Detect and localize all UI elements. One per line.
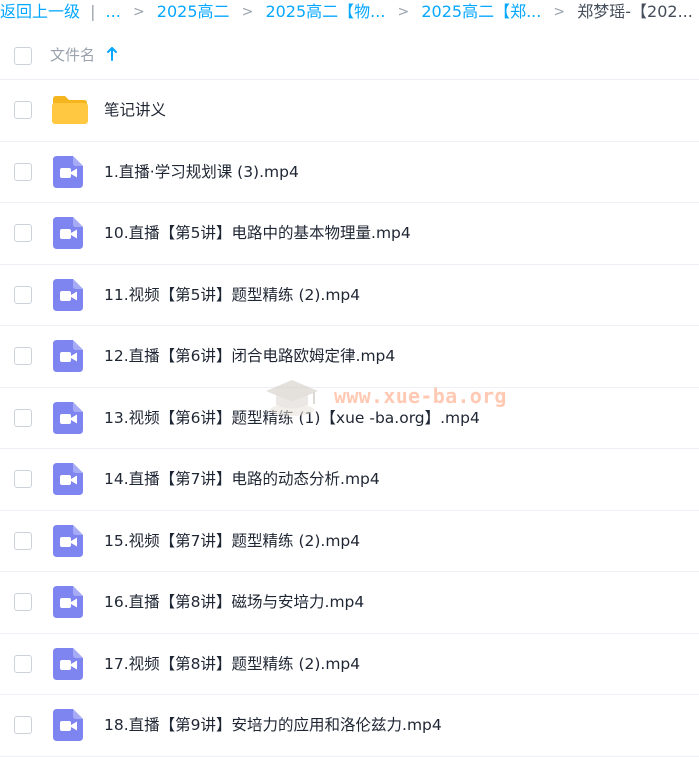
breadcrumb-ellipsis[interactable]: ...	[106, 0, 121, 24]
select-all-checkbox[interactable]	[14, 47, 32, 65]
breadcrumb-item[interactable]: 2025高二	[157, 0, 230, 24]
file-row[interactable]: 15.视频【第7讲】题型精练 (2).mp4	[0, 511, 699, 572]
back-link[interactable]: 返回上一级	[0, 0, 80, 24]
file-list: 笔记讲义 1.直播·学习规划课 (3).mp4 10.直播【第5讲】电路中的基本物理…	[0, 80, 699, 757]
file-name[interactable]: 15.视频【第7讲】题型精练 (2).mp4	[104, 530, 360, 552]
chevron-right-icon: >	[241, 4, 254, 20]
file-name[interactable]: 11.视频【第5讲】题型精练 (2).mp4	[104, 284, 360, 306]
file-row[interactable]: 1.直播·学习规划课 (3).mp4	[0, 142, 699, 203]
file-name[interactable]: 18.直播【第9讲】安培力的应用和洛伦兹力.mp4	[104, 714, 442, 736]
file-name[interactable]: 10.直播【第5讲】电路中的基本物理量.mp4	[104, 222, 411, 244]
file-row[interactable]: 10.直播【第5讲】电路中的基本物理量.mp4	[0, 203, 699, 265]
chevron-right-icon: >	[553, 4, 566, 20]
sort-ascending-icon[interactable]	[106, 45, 118, 63]
row-checkbox[interactable]	[14, 101, 32, 119]
row-checkbox[interactable]	[14, 162, 32, 181]
breadcrumb-pipe: |	[90, 2, 96, 21]
breadcrumb-current: 郑梦瑶-【202...	[577, 2, 693, 21]
video-file-icon	[53, 586, 83, 618]
file-name[interactable]: 12.直播【第6讲】闭合电路欧姆定律.mp4	[104, 345, 395, 367]
row-checkbox[interactable]	[14, 347, 32, 365]
file-row[interactable]: 12.直播【第6讲】闭合电路欧姆定律.mp4	[0, 326, 699, 388]
video-file-icon	[53, 524, 83, 557]
chevron-right-icon: >	[397, 4, 410, 20]
video-file-icon	[53, 278, 83, 311]
file-row[interactable]: 14.直播【第7讲】电路的动态分析.mp4	[0, 449, 699, 511]
row-checkbox[interactable]	[14, 285, 32, 304]
file-name[interactable]: 13.视频【第6讲】题型精练 (1)【xue -ba.org】.mp4	[104, 407, 480, 429]
file-row[interactable]: 17.视频【第8讲】题型精练 (2).mp4	[0, 634, 699, 695]
video-file-icon	[53, 647, 83, 680]
video-file-icon	[53, 401, 83, 434]
file-name[interactable]: 16.直播【第8讲】磁场与安培力.mp4	[104, 591, 364, 613]
file-name[interactable]: 14.直播【第7讲】电路的动态分析.mp4	[104, 468, 380, 490]
file-name[interactable]: 17.视频【第8讲】题型精练 (2).mp4	[104, 653, 360, 675]
video-file-icon	[53, 340, 83, 372]
file-list-header: 文件名	[0, 32, 699, 80]
video-file-icon	[53, 217, 83, 249]
file-row[interactable]: 18.直播【第9讲】安培力的应用和洛伦兹力.mp4	[0, 695, 699, 757]
row-checkbox[interactable]	[14, 224, 32, 242]
chevron-right-icon: >	[132, 4, 145, 20]
file-name[interactable]: 1.直播·学习规划课 (3).mp4	[104, 161, 299, 183]
folder-icon	[51, 95, 89, 125]
video-file-icon	[53, 463, 83, 495]
folder-row[interactable]: 笔记讲义	[0, 80, 699, 142]
video-file-icon	[53, 709, 83, 741]
row-checkbox[interactable]	[14, 408, 32, 427]
video-file-icon	[53, 155, 83, 188]
breadcrumb-item[interactable]: 2025高二【物...	[265, 0, 385, 24]
row-checkbox[interactable]	[14, 654, 32, 673]
row-checkbox[interactable]	[14, 593, 32, 611]
file-row[interactable]: 13.视频【第6讲】题型精练 (1)【xue -ba.org】.mp4	[0, 388, 699, 449]
breadcrumb: 返回上一级 | ... > 2025高二 > 2025高二【物... > 202…	[0, 0, 699, 24]
row-checkbox[interactable]	[14, 470, 32, 488]
file-row[interactable]: 16.直播【第8讲】磁场与安培力.mp4	[0, 572, 699, 634]
column-filename-header[interactable]: 文件名	[50, 44, 95, 66]
row-checkbox[interactable]	[14, 716, 32, 734]
file-name[interactable]: 笔记讲义	[104, 99, 166, 121]
file-row[interactable]: 11.视频【第5讲】题型精练 (2).mp4	[0, 265, 699, 326]
breadcrumb-item[interactable]: 2025高二【郑...	[421, 0, 541, 24]
row-checkbox[interactable]	[14, 531, 32, 550]
